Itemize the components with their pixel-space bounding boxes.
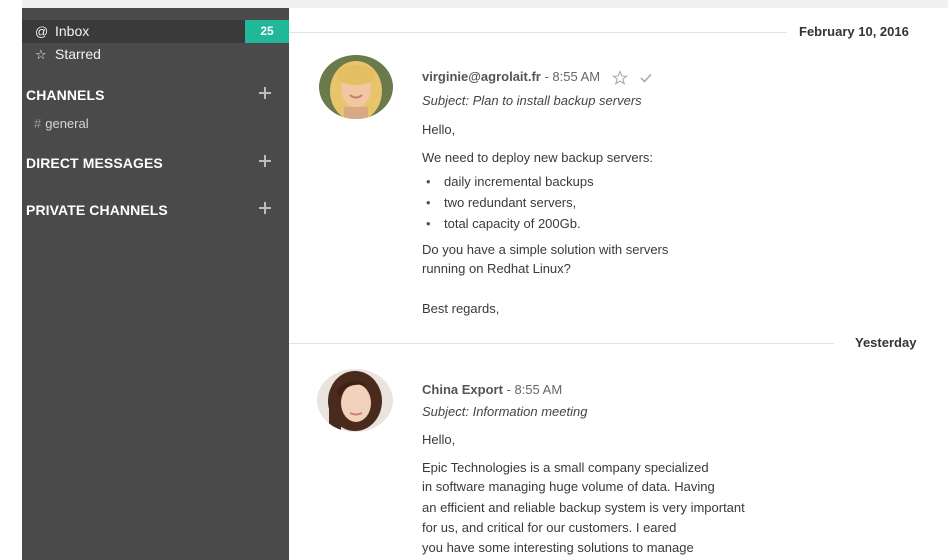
section-direct-messages-title[interactable]: DIRECT MESSAGES xyxy=(26,155,163,171)
channel-item-label: general xyxy=(45,116,89,131)
message-header: virginie@agrolait.fr - 8:55 AM xyxy=(422,69,653,86)
message-time: - 8:55 AM xyxy=(540,69,601,84)
date-separator-second: Yesterday xyxy=(855,335,917,350)
message-subject: Subject: Plan to install backup servers xyxy=(422,93,642,108)
list-item: total capacity of 200Gb. xyxy=(422,213,594,234)
add-private-channel-plus-icon[interactable] xyxy=(258,201,272,215)
channel-item-general[interactable]: # general xyxy=(34,116,89,131)
message-paragraph: in software managing huge volume of data… xyxy=(422,479,715,494)
date-separator-line xyxy=(289,343,834,344)
sidebar-item-label: Inbox xyxy=(55,23,90,39)
sidebar: @ Inbox 25 ☆ Starred CHANNELS # general D… xyxy=(22,8,289,560)
sidebar-item-label: Starred xyxy=(55,46,101,62)
check-icon[interactable] xyxy=(639,71,653,85)
add-direct-message-plus-icon[interactable] xyxy=(258,154,272,168)
message-author[interactable]: virginie@agrolait.fr xyxy=(422,69,541,84)
message-closing: Best regards, xyxy=(422,301,500,316)
left-gutter xyxy=(0,0,22,560)
message-subject: Subject: Information meeting xyxy=(422,404,588,419)
section-channels-title[interactable]: CHANNELS xyxy=(26,87,105,103)
message-paragraph: running on Redhat Linux? xyxy=(422,261,571,276)
message-thread: February 10, 2016 virginie@agrolait.fr -… xyxy=(289,8,948,560)
list-item: two redundant servers, xyxy=(422,192,594,213)
message-time: - 8:55 AM xyxy=(502,382,563,397)
message-bullet-list: daily incremental backups two redundant … xyxy=(422,171,594,234)
avatar[interactable] xyxy=(319,55,393,119)
message-paragraph: for us, and critical for our customers. … xyxy=(422,520,677,535)
star-outline-icon[interactable] xyxy=(611,69,628,86)
avatar-photo xyxy=(317,369,393,432)
date-separator-line xyxy=(289,32,787,33)
date-separator-first: February 10, 2016 xyxy=(799,24,909,39)
message-header: China Export - 8:55 AM xyxy=(422,382,562,397)
message-paragraph: an efficient and reliable backup system … xyxy=(422,500,745,515)
top-band xyxy=(0,0,948,8)
message-greeting: Hello, xyxy=(422,122,456,137)
at-icon: @ xyxy=(35,24,49,39)
section-private-channels-title[interactable]: PRIVATE CHANNELS xyxy=(26,202,168,218)
message-author[interactable]: China Export xyxy=(422,382,503,397)
sidebar-item-inbox[interactable]: @ Inbox 25 xyxy=(22,20,289,43)
message-paragraph: you have some interesting solutions to m… xyxy=(422,540,694,555)
sidebar-item-starred[interactable]: ☆ Starred xyxy=(22,43,289,66)
list-item: daily incremental backups xyxy=(422,171,594,192)
hash-icon: # xyxy=(34,116,42,131)
avatar[interactable] xyxy=(317,369,393,432)
avatar-photo xyxy=(319,55,393,119)
message-greeting: Hello, xyxy=(422,432,456,447)
unread-count-badge: 25 xyxy=(245,20,289,43)
message-paragraph: Do you have a simple solution with serve… xyxy=(422,242,669,257)
add-channel-plus-icon[interactable] xyxy=(258,86,272,100)
message-paragraph: Epic Technologies is a small company spe… xyxy=(422,460,709,475)
message-paragraph: We need to deploy new backup servers: xyxy=(422,150,654,165)
star-outline-icon: ☆ xyxy=(35,47,47,62)
